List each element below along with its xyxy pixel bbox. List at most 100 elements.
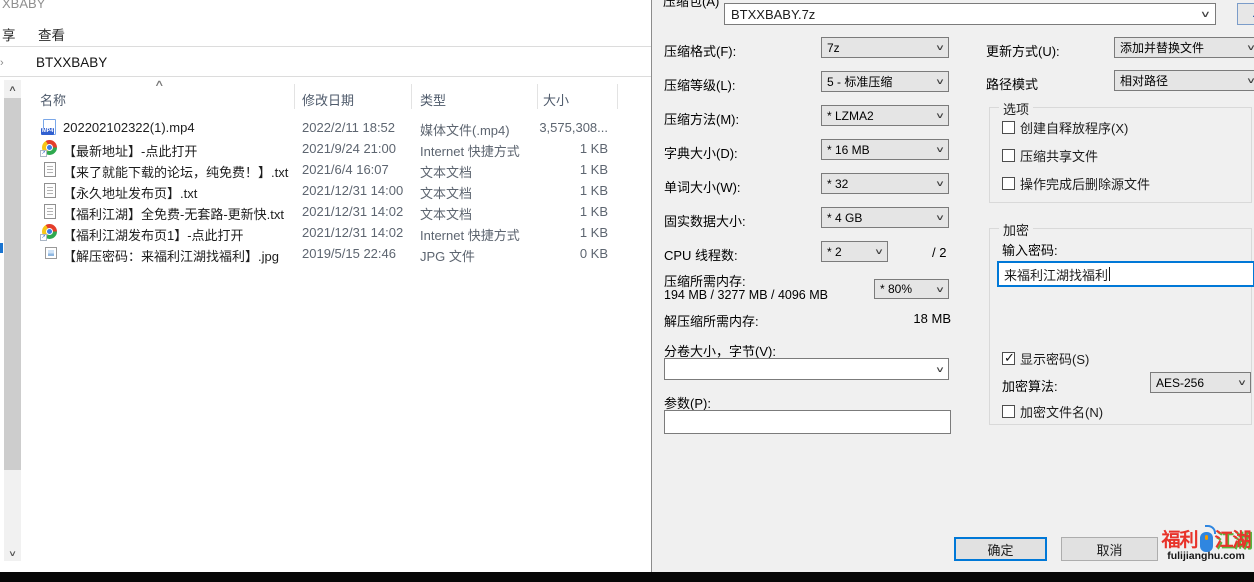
chevron-down-icon [935, 213, 945, 222]
cancel-button[interactable]: 取消 [1061, 537, 1158, 561]
file-size: 1 KB [510, 204, 608, 219]
shortcut-arrow-icon [40, 150, 47, 157]
password-input[interactable]: 来福利江湖找福利 [997, 261, 1254, 287]
checkbox-checked-icon[interactable] [1002, 352, 1015, 365]
column-divider[interactable] [617, 84, 618, 109]
file-size: 3,575,308... [510, 120, 608, 135]
parameters-input[interactable] [664, 410, 951, 434]
column-header-date[interactable]: 修改日期 [302, 90, 354, 109]
word-size-label: 单词大小(W): [664, 177, 741, 196]
checkbox-icon[interactable] [1002, 177, 1015, 190]
file-size: 1 KB [510, 183, 608, 198]
path-mode-select[interactable]: 相对路径 [1114, 70, 1254, 91]
file-size: 1 KB [510, 225, 608, 240]
tab-share[interactable]: 享 [2, 24, 16, 44]
dictionary-select[interactable]: * 16 MB [821, 139, 949, 160]
memory-percent-select[interactable]: * 80% [874, 279, 949, 299]
file-date: 2019/5/15 22:46 [302, 246, 396, 261]
chevron-down-icon [935, 77, 945, 86]
level-label: 压缩等级(L): [664, 75, 736, 94]
chevron-down-icon [1237, 378, 1247, 387]
column-divider[interactable] [537, 84, 538, 109]
archive-name-combo[interactable]: BTXXBABY.7z [724, 3, 1216, 25]
file-size: 0 KB [510, 246, 608, 261]
file-name: 【解压密码：来福利江湖找福利】.jpg [63, 246, 279, 265]
word-size-select[interactable]: * 32 [821, 173, 949, 194]
chevron-down-icon [1200, 9, 1211, 20]
mouse-icon [1200, 532, 1213, 552]
tab-view[interactable]: 查看 [38, 24, 65, 44]
encrypt-filenames-checkbox[interactable]: 加密文件名(N) [1002, 402, 1103, 421]
chevron-down-icon [935, 111, 945, 120]
level-select[interactable]: 5 - 标准压缩 [821, 71, 949, 92]
browse-button[interactable]: ... [1237, 3, 1254, 25]
file-row[interactable]: 【最新地址】-点此打开 2021/9/24 21:00 Internet 快捷方… [24, 138, 624, 159]
file-type: 文本文档 [420, 162, 472, 181]
column-divider[interactable] [294, 84, 295, 109]
checkbox-icon[interactable] [1002, 121, 1015, 134]
cpu-threads-select[interactable]: * 2 [821, 241, 888, 262]
nav-selection-fragment [0, 243, 3, 253]
path-mode-label: 路径模式 [986, 74, 1038, 93]
nav-pane-scrollbar[interactable]: ∧ ∨ [4, 80, 21, 561]
chevron-down-icon [935, 179, 945, 188]
checkbox-icon[interactable] [1002, 405, 1015, 418]
file-name: 202202102322(1).mp4 [63, 120, 195, 135]
file-date: 2021/12/31 14:02 [302, 225, 403, 240]
file-row[interactable]: 【解压密码：来福利江湖找福利】.jpg 2019/5/15 22:46 JPG … [24, 243, 624, 264]
file-row[interactable]: 【来了就能下载的论坛，纯免费！】.txt 2021/6/4 16:07 文本文档… [24, 159, 624, 180]
checkbox-icon[interactable] [1002, 149, 1015, 162]
chevron-down-icon [935, 285, 945, 294]
chevron-down-icon [1246, 43, 1254, 52]
divider [0, 46, 651, 47]
shortcut-arrow-icon [40, 234, 47, 241]
logo-text-right: 江湖 [1215, 525, 1251, 552]
file-size: 1 KB [510, 162, 608, 177]
format-select[interactable]: 7z [821, 37, 949, 58]
file-name: 【福利江湖发布页1】-点此打开 [63, 225, 244, 244]
encryption-method-select[interactable]: AES-256 [1150, 372, 1251, 393]
scrollbar-thumb[interactable] [4, 98, 21, 470]
site-watermark: 福利 江湖 fulijianghu.com [1155, 522, 1254, 562]
delete-after-checkbox[interactable]: 操作完成后删除源文件 [1002, 174, 1150, 193]
column-header-name[interactable]: 名称 [40, 90, 66, 109]
file-row[interactable]: 【福利江湖发布页1】-点此打开 2021/12/31 14:02 Interne… [24, 222, 624, 243]
file-row[interactable]: 【永久地址发布页】.txt 2021/12/31 14:00 文本文档 1 KB [24, 180, 624, 201]
window-title: XBABY [2, 0, 45, 11]
breadcrumb-chevron-icon: › [0, 57, 4, 69]
method-select[interactable]: * LZMA2 [821, 105, 949, 126]
file-row[interactable]: 202202102322(1).mp4 2022/2/11 18:52 媒体文件… [24, 117, 624, 138]
file-type: Internet 快捷方式 [420, 141, 520, 160]
file-date: 2021/6/4 16:07 [302, 162, 389, 177]
text-file-icon [44, 204, 56, 219]
solid-size-select[interactable]: * 4 GB [821, 207, 949, 228]
taskbar-strip [0, 572, 1254, 582]
chevron-down-icon [935, 365, 945, 374]
archive-label: 压缩包(A) [663, 0, 719, 10]
file-row[interactable]: 【福利江湖】全免费-无套路-更新快.txt 2021/12/31 14:02 文… [24, 201, 624, 222]
memory-compress-value: 194 MB / 3277 MB / 4096 MB [664, 288, 828, 302]
column-header-size[interactable]: 大小 [543, 90, 569, 109]
file-date: 2021/12/31 14:00 [302, 183, 403, 198]
ok-button[interactable]: 确定 [954, 537, 1047, 561]
show-password-checkbox[interactable]: 显示密码(S) [1002, 349, 1089, 368]
volume-size-combo[interactable] [664, 358, 949, 380]
file-name: 【来了就能下载的论坛，纯免费！】.txt [63, 162, 288, 181]
column-header-type[interactable]: 类型 [420, 90, 446, 109]
chrome-shortcut-icon [42, 140, 57, 155]
text-file-icon [44, 162, 56, 177]
encryption-method-label: 加密算法: [1002, 376, 1058, 395]
scroll-up-icon[interactable]: ∧ [0, 80, 25, 96]
column-divider[interactable] [411, 84, 412, 109]
mp4-file-icon [43, 119, 56, 135]
compress-shared-checkbox[interactable]: 压缩共享文件 [1002, 146, 1098, 165]
scroll-down-icon[interactable]: ∨ [0, 545, 25, 561]
breadcrumb[interactable]: BTXXBABY [36, 55, 107, 70]
chevron-down-icon [935, 145, 945, 154]
update-mode-select[interactable]: 添加并替换文件 [1114, 37, 1254, 58]
file-date: 2022/2/11 18:52 [302, 120, 395, 135]
update-mode-label: 更新方式(U): [986, 41, 1060, 60]
memory-decompress-value: 18 MB [881, 311, 951, 326]
create-sfx-checkbox[interactable]: 创建自释放程序(X) [1002, 118, 1128, 137]
file-date: 2021/12/31 14:02 [302, 204, 403, 219]
